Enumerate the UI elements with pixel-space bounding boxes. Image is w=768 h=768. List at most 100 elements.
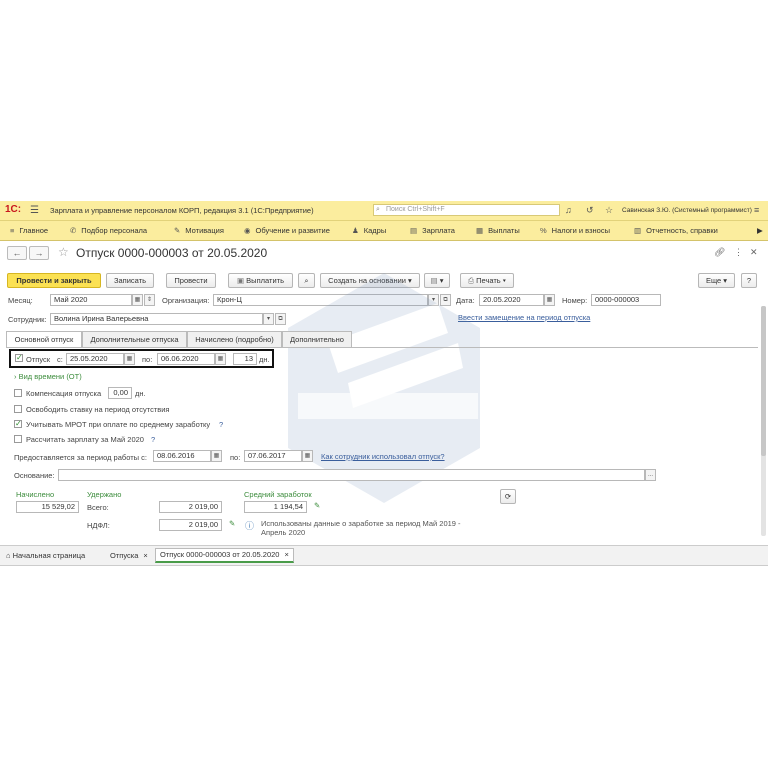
section-label: Выплаты [488,226,520,235]
earnings-period-info: Использованы данные о заработке за перио… [261,519,461,537]
employee-open-icon[interactable]: ⧉ [275,313,286,325]
close-icon[interactable]: × [284,550,288,559]
global-search-input[interactable]: ⌕ Поиск Ctrl+Shift+F [373,204,560,216]
section-reports[interactable]: ▥ Отчетность, справки [634,226,718,235]
compensation-days-input[interactable]: 0,00 [108,387,132,399]
post-button[interactable]: Провести [166,273,216,288]
forward-button[interactable]: → [29,246,49,260]
bell-icon[interactable]: ♫ [565,205,572,215]
mrot-checkbox[interactable]: ✓ [14,420,22,428]
section-label: Отчетность, справки [646,226,718,235]
edit-pencil-icon[interactable]: ✎ [314,501,320,510]
work-period-to-input[interactable]: 07.06.2017 [244,450,302,462]
accrued-value[interactable]: 15 529,02 [16,501,79,513]
more-button[interactable]: Еще ▾ [698,273,735,288]
section-label: Обучение и развитие [255,226,330,235]
vacation-days-input[interactable]: 13 [233,353,257,365]
section-label: Главное [19,226,49,235]
tab-additional-vacations[interactable]: Дополнительные отпуска [82,331,187,347]
time-type-link[interactable]: › Вид времени (ОТ) [14,372,82,381]
release-rate-checkbox[interactable] [14,405,22,413]
release-rate-label: Освободить ставку на период отсутствия [26,405,170,414]
dropdown-icon: ▾ [721,276,728,285]
section-training[interactable]: ◉ Обучение и развитие [244,226,330,235]
basis-select-button[interactable]: ... [645,469,656,481]
search-placeholder: Поиск Ctrl+Shift+F [386,206,445,213]
scrollbar-thumb[interactable] [761,306,766,456]
page-title: Отпуск 0000-000003 от 20.05.2020 [76,246,268,260]
month-input[interactable]: Май 2020 [50,294,132,306]
motivation-icon: ✎ [174,226,181,235]
more-vertical-icon[interactable]: ⋮ [734,247,743,258]
vacation-usage-link[interactable]: Как сотрудник использовал отпуск? [321,452,445,461]
number-input[interactable]: 0000-000003 [591,294,661,306]
pay-button[interactable]: ▣ Выплатить [228,273,293,288]
favorites-star-icon[interactable]: ☆ [605,205,613,216]
post-and-close-button[interactable]: Провести и закрыть [7,273,101,288]
number-label: Номер: [562,296,588,305]
section-motivation[interactable]: ✎ Мотивация [174,226,224,235]
section-hr[interactable]: ♟ Кадры [352,226,386,235]
tab-accrued-details[interactable]: Начислено (подробно) [187,331,282,347]
calendar-icon[interactable]: ▦ [215,353,226,365]
vacation-document-tab[interactable]: Отпуск 0000-000003 от 20.05.2020 × [155,548,294,563]
vacation-from-input[interactable]: 25.05.2020 [66,353,124,365]
calendar-icon[interactable]: ▦ [302,450,313,462]
tab-additional[interactable]: Дополнительно [282,331,352,347]
close-icon[interactable]: × [143,551,147,560]
close-icon[interactable]: ✕ [750,247,758,258]
save-button[interactable]: Записать [106,273,154,288]
favorite-star-icon[interactable]: ☆ [58,245,69,259]
main-menu-icon[interactable]: ☰ [30,205,39,216]
home-icon: ⌂ [6,551,13,560]
basis-label: Основание: [14,471,55,480]
section-salary[interactable]: ▤ Зарплата [410,226,455,235]
settings-menu-icon[interactable]: ≡ [754,205,759,215]
app-title: Зарплата и управление персоналом КОРП, р… [50,206,314,215]
calendar-icon[interactable]: ▦ [211,450,222,462]
section-main[interactable]: ≡ Главное [10,226,48,235]
home-page-tab[interactable]: ⌂ Начальная страница [6,549,85,563]
current-user[interactable]: Савинская З.Ю. (Системный программист) [622,207,752,214]
section-payments[interactable]: ▦ Выплаты [476,226,520,235]
back-button[interactable]: ← [7,246,27,260]
salary-icon: ▤ [410,226,418,235]
calendar-icon[interactable]: ▦ [124,353,135,365]
avg-earnings-value[interactable]: 1 194,54 [244,501,307,513]
mrot-help-icon[interactable]: ? [219,420,223,429]
compensation-unit: дн. [135,389,146,398]
help-button[interactable]: ? [741,273,757,288]
training-icon: ◉ [244,226,251,235]
section-recruiting[interactable]: ✆ Подбор персонала [70,226,147,235]
ndfl-label: НДФЛ: [87,521,110,530]
tab-main-vacation[interactable]: Основной отпуск [6,331,82,348]
calc-salary-checkbox[interactable] [14,435,22,443]
vacation-checkbox[interactable]: ✓ [15,354,23,362]
link-icon[interactable]: 🔗︎ [714,247,725,258]
vacation-doc-tab-label: Отпуск 0000-000003 от 20.05.2020 [160,550,280,559]
vacation-to-input[interactable]: 06.06.2020 [157,353,215,365]
title-bar: 1С: ☰ Зарплата и управление персоналом К… [0,201,768,221]
edit-pencil-icon[interactable]: ✎ [229,519,235,528]
employee-dropdown-icon[interactable]: ▾ [263,313,274,325]
work-period-to-label: по: [230,453,241,462]
sections-scroll-right-icon[interactable]: ▶ [757,226,763,235]
calendar-icon[interactable]: ▦ [544,294,555,306]
time-type-label: Вид времени (ОТ) [18,372,82,381]
work-period-from-input[interactable]: 08.06.2016 [153,450,211,462]
month-spin-button[interactable]: ⇕ [144,294,155,306]
recalculate-button[interactable]: ⟳ [500,489,516,504]
calc-salary-help-icon[interactable]: ? [151,435,155,444]
compensation-checkbox[interactable] [14,389,22,397]
date-input[interactable]: 20.05.2020 [479,294,544,306]
vacations-list-tab[interactable]: Отпуска × [110,549,148,563]
compensation-label: Компенсация отпуска [26,389,102,398]
total-withheld-value[interactable]: 2 019,00 [159,501,222,513]
basis-input[interactable] [58,469,645,481]
form-scrollbar[interactable] [761,306,766,536]
ndfl-value[interactable]: 2 019,00 [159,519,222,531]
section-taxes[interactable]: % Налоги и взносы [540,226,610,235]
employee-input[interactable]: Волина Ирина Валерьевна [50,313,263,325]
calendar-icon[interactable]: ▦ [132,294,143,306]
history-icon[interactable]: ↺ [586,205,594,216]
